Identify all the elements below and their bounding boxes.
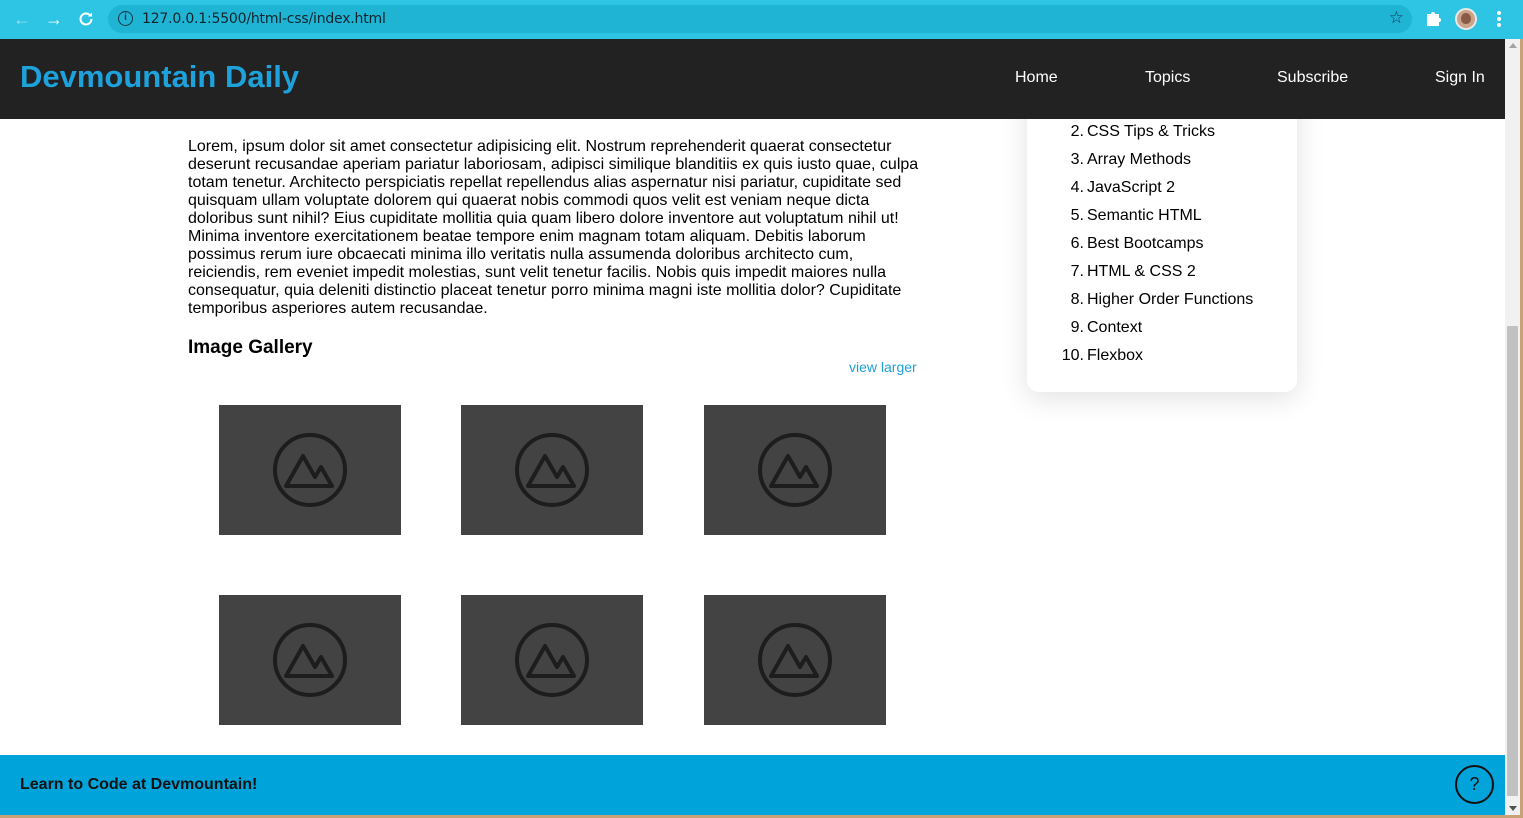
nav-home-link[interactable]: Home	[1015, 69, 1058, 87]
topic-number: 4.	[1070, 179, 1084, 196]
page-scrollbar[interactable]	[1505, 39, 1520, 815]
article-body: Lorem, ipsum dolor sit amet consectetur …	[188, 138, 919, 317]
gallery-image[interactable]	[704, 595, 886, 725]
gallery-image[interactable]	[219, 595, 401, 725]
site-header: Devmountain Daily Home Topics Subscribe …	[0, 39, 1505, 119]
gallery-image[interactable]	[461, 595, 643, 725]
footer-text: Learn to Code at Devmountain!	[20, 776, 258, 793]
site-info-icon[interactable]: i	[118, 11, 133, 26]
back-icon[interactable]: ←	[10, 8, 34, 30]
gallery-image[interactable]	[219, 405, 401, 535]
nav-topics-link[interactable]: Topics	[1145, 69, 1190, 87]
topic-label[interactable]: Higher Order Functions	[1087, 291, 1253, 309]
profile-avatar[interactable]	[1455, 8, 1477, 30]
nav-subscribe-link[interactable]: Subscribe	[1277, 69, 1348, 87]
site-title[interactable]: Devmountain Daily	[20, 59, 299, 95]
reload-icon[interactable]	[74, 8, 98, 30]
topic-label[interactable]: Best Bootcamps	[1087, 235, 1204, 253]
topic-number: 7.	[1070, 263, 1084, 280]
extensions-puzzle-icon[interactable]	[1424, 7, 1444, 31]
gallery-image[interactable]	[461, 405, 643, 535]
topic-label[interactable]: Array Methods	[1087, 151, 1191, 169]
topic-number: 8.	[1070, 291, 1084, 308]
image-placeholder-icon	[758, 433, 832, 507]
view-larger-link[interactable]: view larger	[849, 359, 917, 375]
image-placeholder-icon	[758, 623, 832, 697]
topics-sidebar: 2. CSS Tips & Tricks 3. Array Methods 4.…	[1027, 79, 1297, 392]
browser-menu-icon[interactable]	[1489, 8, 1509, 30]
address-bar[interactable]: i 127.0.0.1:5500/html-css/index.html ☆	[108, 5, 1412, 33]
help-button[interactable]: ?	[1455, 765, 1494, 804]
scrollbar-thumb[interactable]	[1507, 326, 1518, 796]
page-viewport: 2. CSS Tips & Tricks 3. Array Methods 4.…	[0, 39, 1505, 815]
scroll-up-arrow-icon[interactable]	[1509, 43, 1517, 48]
topic-number: 9.	[1070, 319, 1084, 336]
topic-number: 5.	[1070, 207, 1084, 224]
topic-number: 6.	[1070, 235, 1084, 252]
address-bar-url[interactable]: 127.0.0.1:5500/html-css/index.html	[142, 11, 386, 27]
topic-label[interactable]: CSS Tips & Tricks	[1087, 123, 1215, 141]
topic-number: 2.	[1070, 123, 1084, 140]
site-footer: Learn to Code at Devmountain! ?	[0, 755, 1505, 815]
topic-number: 3.	[1070, 151, 1084, 168]
topic-label[interactable]: Semantic HTML	[1087, 207, 1202, 225]
browser-toolbar: ← → i 127.0.0.1:5500/html-css/index.html…	[0, 0, 1523, 39]
image-placeholder-icon	[515, 433, 589, 507]
nav-sign-in-link[interactable]: Sign In	[1435, 69, 1485, 87]
gallery-title: Image Gallery	[188, 337, 313, 358]
topic-number: 10.	[1061, 347, 1084, 364]
image-placeholder-icon	[515, 623, 589, 697]
gallery-image[interactable]	[704, 405, 886, 535]
topic-label[interactable]: HTML & CSS 2	[1087, 263, 1196, 281]
topic-label[interactable]: Context	[1087, 319, 1142, 337]
forward-icon[interactable]: →	[42, 8, 66, 30]
topic-label[interactable]: Flexbox	[1087, 347, 1143, 365]
topic-label[interactable]: JavaScript 2	[1087, 179, 1175, 197]
bookmark-star-icon[interactable]: ☆	[1389, 8, 1404, 28]
image-placeholder-icon	[273, 623, 347, 697]
scroll-down-arrow-icon[interactable]	[1509, 806, 1517, 811]
image-placeholder-icon	[273, 433, 347, 507]
